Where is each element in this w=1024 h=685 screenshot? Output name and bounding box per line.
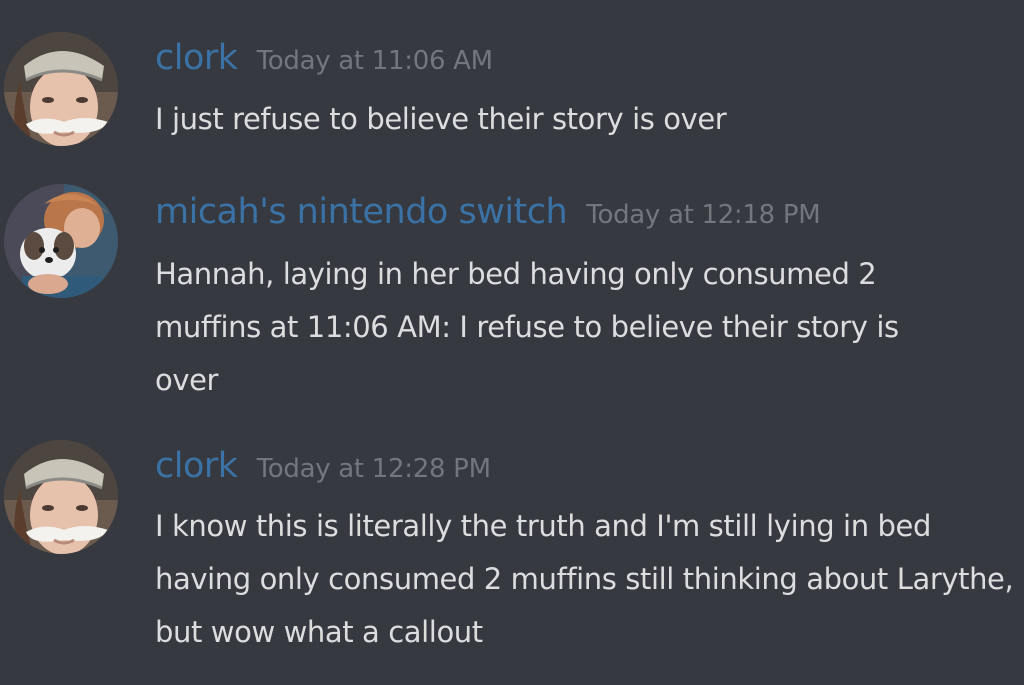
timestamp[interactable]: Today at 11:06 AM xyxy=(257,46,493,76)
message-text: I know this is literally the truth and I… xyxy=(155,509,1014,649)
timestamp[interactable]: Today at 12:18 PM xyxy=(586,200,820,230)
message-header: clork Today at 11:06 AM xyxy=(155,38,493,78)
message-text: I just refuse to believe their story is … xyxy=(155,102,727,136)
timestamp[interactable]: Today at 12:28 PM xyxy=(257,454,491,484)
person-with-dog-avatar-icon xyxy=(4,184,118,298)
message-text: Hannah, laying in her bed having only co… xyxy=(155,257,899,397)
avatar[interactable] xyxy=(4,440,118,554)
message-header: clork Today at 12:28 PM xyxy=(155,446,491,486)
message-item: clork Today at 12:28 PM I know this is l… xyxy=(0,420,1024,685)
person-with-mustache-avatar-icon xyxy=(4,32,118,146)
avatar[interactable] xyxy=(4,184,118,298)
message-item: clork Today at 11:06 AM I just refuse to… xyxy=(0,0,1024,160)
username[interactable]: micah's nintendo switch xyxy=(155,192,568,232)
message-item: micah's nintendo switch Today at 12:18 P… xyxy=(0,160,1024,420)
username[interactable]: clork xyxy=(155,446,238,486)
message-header: micah's nintendo switch Today at 12:18 P… xyxy=(155,192,821,232)
avatar[interactable] xyxy=(4,32,118,146)
person-with-mustache-avatar-icon xyxy=(4,440,118,554)
username[interactable]: clork xyxy=(155,38,238,78)
